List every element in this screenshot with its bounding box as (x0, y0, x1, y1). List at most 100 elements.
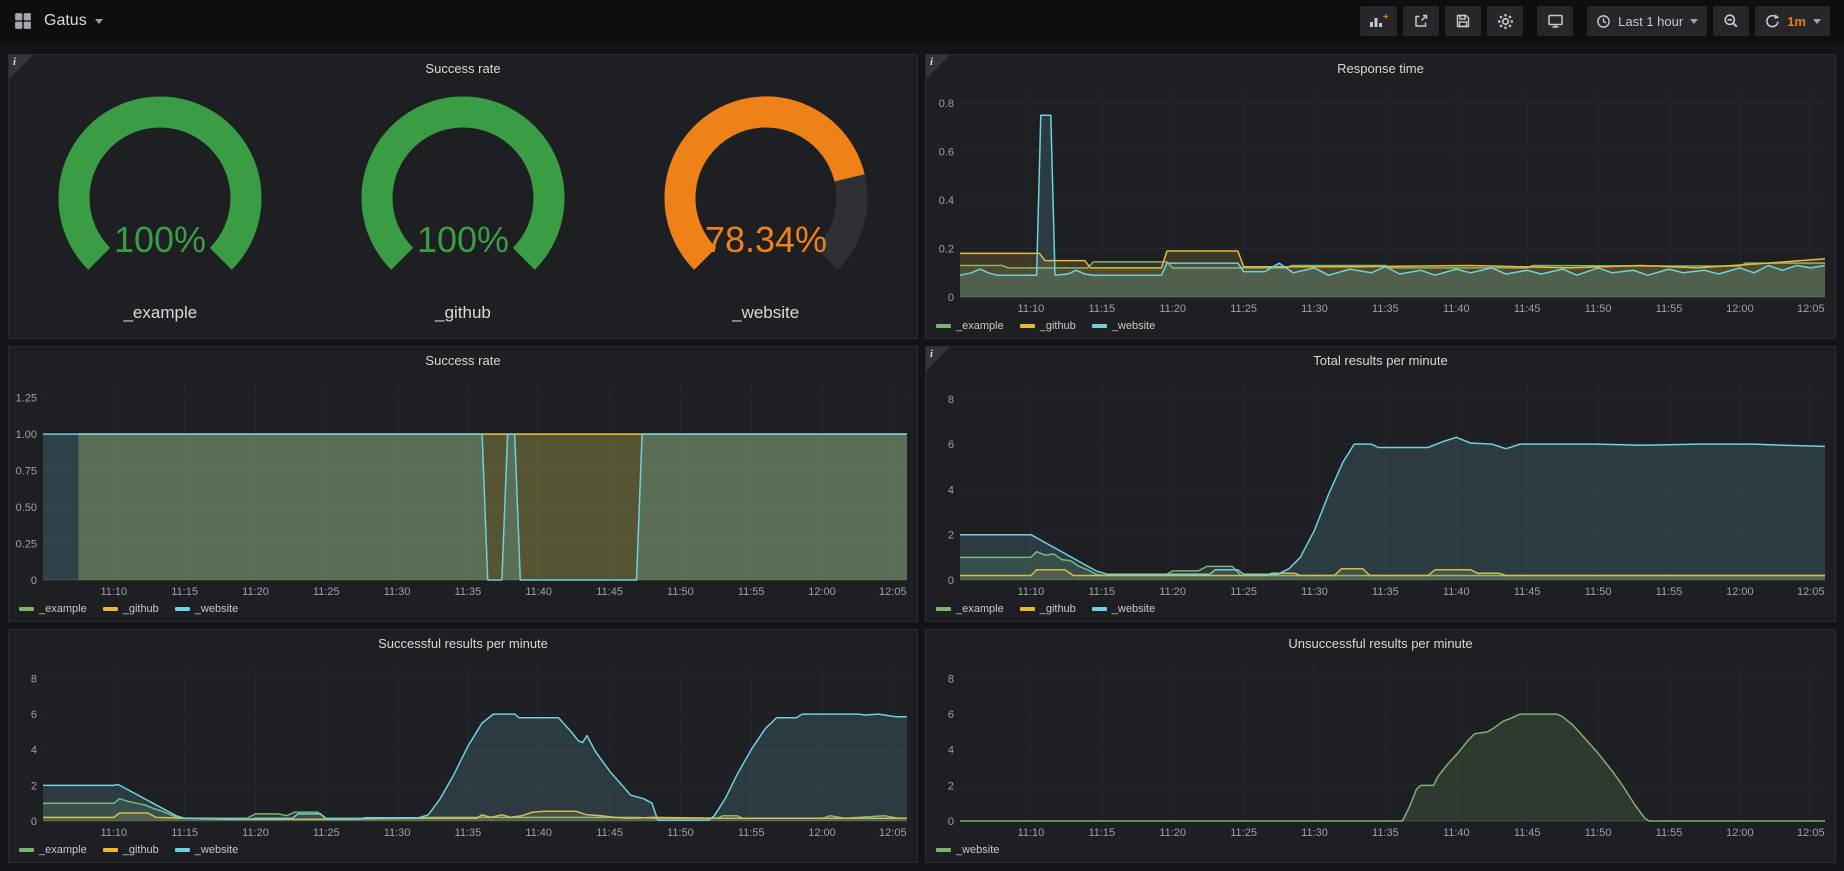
legend-item[interactable]: _website (936, 844, 999, 856)
time-series-chart[interactable]: 11:1011:1511:2011:2511:3011:3511:4011:45… (9, 656, 917, 842)
legend-color (936, 324, 951, 328)
caret-down-icon (1690, 19, 1698, 24)
legend-item[interactable]: _example (19, 603, 87, 615)
gauge-label: _github (435, 303, 491, 323)
add-panel-button[interactable]: + (1360, 6, 1397, 36)
legend-item[interactable]: _github (103, 844, 159, 856)
legend-item[interactable]: _website (175, 603, 238, 615)
svg-text:6: 6 (948, 709, 954, 721)
legend-item[interactable]: _github (1020, 603, 1076, 615)
caret-down-icon (95, 19, 103, 24)
legend-item[interactable]: _example (19, 844, 87, 856)
svg-text:11:40: 11:40 (1443, 827, 1470, 839)
svg-text:11:15: 11:15 (1088, 586, 1115, 598)
svg-text:11:30: 11:30 (1301, 586, 1328, 598)
tv-mode-button[interactable] (1537, 6, 1573, 36)
svg-text:6: 6 (948, 439, 954, 451)
svg-text:6: 6 (31, 709, 37, 721)
legend-item[interactable]: _website (175, 844, 238, 856)
monitor-icon (1547, 13, 1564, 29)
gauge-arc: 78.34% (636, 96, 896, 303)
svg-text:11:15: 11:15 (1088, 827, 1115, 839)
panel-info-icon[interactable]: i (9, 55, 33, 79)
svg-text:4: 4 (31, 745, 37, 757)
zoom-out-button[interactable] (1713, 6, 1749, 36)
legend-item[interactable]: _example (936, 320, 1004, 332)
gauge-group: 100% _example 100% _github 78.34% _websi… (9, 81, 917, 338)
legend-color (103, 848, 118, 852)
gauge-label: _example (123, 303, 197, 323)
time-series-chart[interactable]: 11:1011:1511:2011:2511:3011:3511:4011:45… (926, 81, 1835, 318)
svg-text:11:35: 11:35 (1372, 586, 1399, 598)
svg-text:0: 0 (948, 816, 954, 828)
gauge-github: 100% _github (312, 96, 615, 323)
svg-text:11:40: 11:40 (1443, 586, 1470, 598)
svg-text:11:55: 11:55 (738, 586, 765, 598)
search-minus-icon (1723, 13, 1739, 29)
time-series-chart[interactable]: 11:1011:1511:2011:2511:3011:3511:4011:45… (926, 373, 1835, 601)
legend-item[interactable]: _github (103, 603, 159, 615)
svg-text:11:20: 11:20 (242, 827, 269, 839)
time-range-button[interactable]: Last 1 hour (1587, 6, 1707, 36)
refresh-interval-button[interactable]: 1m (1755, 6, 1830, 36)
svg-text:11:30: 11:30 (384, 586, 411, 598)
svg-text:11:55: 11:55 (738, 827, 765, 839)
svg-text:0.75: 0.75 (16, 466, 37, 478)
panel-unsuccessful-results: Unsuccessful results per minute 11:1011:… (925, 629, 1836, 863)
panel-title[interactable]: Success rate (9, 347, 917, 373)
svg-text:0.4: 0.4 (939, 195, 954, 207)
svg-text:0: 0 (948, 292, 954, 304)
dashboard-title-button[interactable]: Gatus (44, 12, 103, 30)
chart-legend: _example _github _website (926, 318, 1835, 338)
svg-text:78.34%: 78.34% (705, 219, 827, 260)
panel-title[interactable]: Successful results per minute (9, 630, 917, 656)
legend-color (19, 848, 34, 852)
svg-text:11:35: 11:35 (1372, 827, 1399, 839)
svg-text:11:35: 11:35 (455, 586, 482, 598)
svg-text:11:35: 11:35 (1372, 303, 1399, 315)
svg-text:0: 0 (31, 575, 37, 587)
panel-total-results: i Total results per minute 11:1011:1511:… (925, 346, 1836, 622)
panel-title[interactable]: Unsuccessful results per minute (926, 630, 1835, 656)
legend-item[interactable]: _website (1092, 320, 1155, 332)
svg-text:11:15: 11:15 (171, 586, 198, 598)
legend-color (1020, 324, 1035, 328)
svg-text:11:45: 11:45 (1514, 303, 1541, 315)
gauge-arc: 100% (30, 96, 290, 303)
panel-title[interactable]: Response time (926, 55, 1835, 81)
clock-icon (1596, 14, 1611, 29)
panel-success-rate-gauges: i Success rate 100% _example 100% _githu… (8, 54, 918, 339)
legend-color (1020, 607, 1035, 611)
time-series-chart[interactable]: 11:1011:1511:2011:2511:3011:3511:4011:45… (9, 373, 917, 601)
svg-text:12:00: 12:00 (1726, 586, 1754, 598)
legend-item[interactable]: _github (1020, 320, 1076, 332)
panel-info-icon[interactable]: i (926, 347, 950, 371)
panel-title[interactable]: Total results per minute (926, 347, 1835, 373)
legend-item[interactable]: _example (936, 603, 1004, 615)
svg-text:0.2: 0.2 (939, 244, 954, 256)
svg-text:11:30: 11:30 (1301, 303, 1328, 315)
svg-text:11:25: 11:25 (313, 827, 340, 839)
svg-text:1.25: 1.25 (16, 393, 37, 405)
svg-text:4: 4 (948, 484, 954, 496)
svg-text:0.25: 0.25 (16, 539, 37, 551)
svg-text:11:50: 11:50 (1585, 827, 1612, 839)
svg-text:11:25: 11:25 (1230, 586, 1257, 598)
svg-text:11:30: 11:30 (1301, 827, 1328, 839)
settings-button[interactable] (1487, 6, 1523, 36)
legend-item[interactable]: _website (1092, 603, 1155, 615)
refresh-icon (1764, 13, 1780, 29)
panel-successful-results: Successful results per minute 11:1011:15… (8, 629, 918, 863)
panel-info-icon[interactable]: i (926, 55, 950, 79)
svg-text:8: 8 (948, 674, 954, 686)
time-series-chart[interactable]: 11:1011:1511:2011:2511:3011:3511:4011:45… (926, 656, 1835, 842)
panel-success-rate-series: Success rate 11:1011:1511:2011:2511:3011… (8, 346, 918, 622)
legend-color (103, 607, 118, 611)
panel-title[interactable]: Success rate (9, 55, 917, 81)
save-button[interactable] (1445, 6, 1481, 36)
legend-color (1092, 324, 1107, 328)
grid-icon[interactable] (14, 12, 32, 30)
svg-text:11:40: 11:40 (525, 586, 552, 598)
share-button[interactable] (1403, 6, 1439, 36)
svg-text:12:00: 12:00 (1726, 827, 1754, 839)
